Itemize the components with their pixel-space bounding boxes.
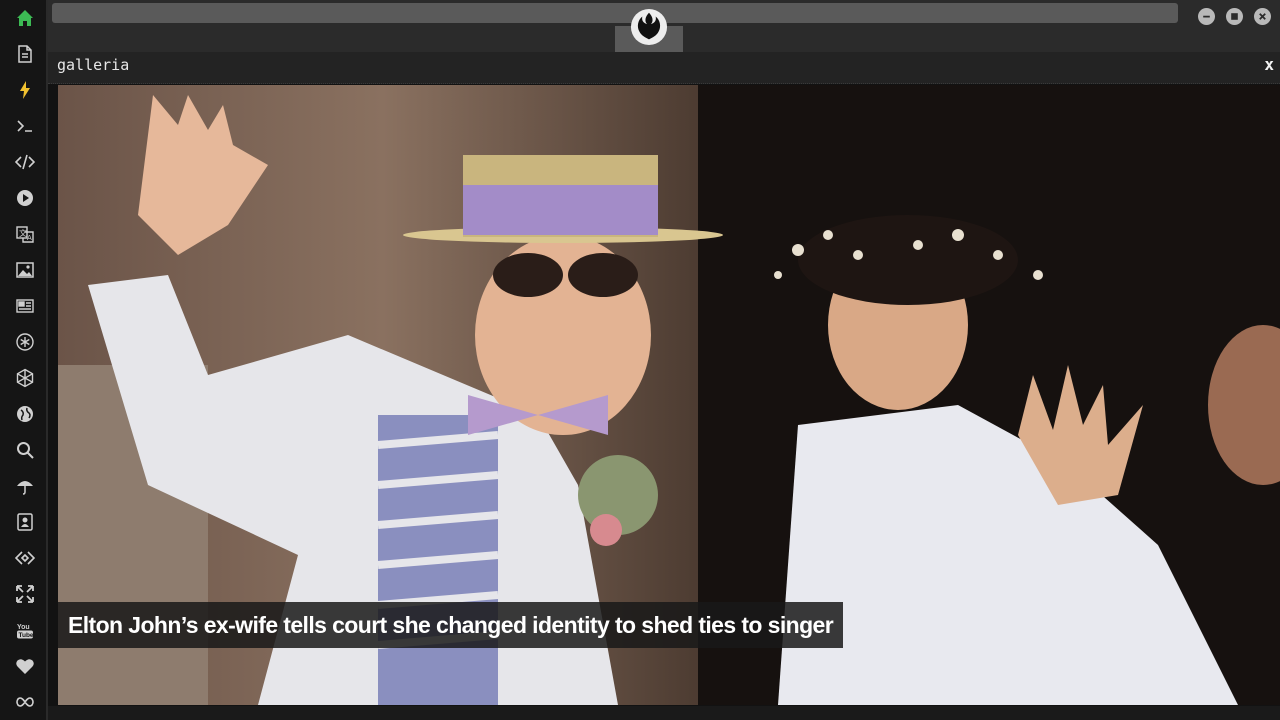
heart-icon[interactable] (12, 653, 38, 679)
close-icon[interactable] (1254, 8, 1271, 25)
youtube-icon[interactable]: You Tube (12, 617, 38, 643)
terminal-icon[interactable] (12, 113, 38, 139)
top-bar (48, 0, 1280, 52)
asterisk-circle-icon[interactable] (12, 329, 38, 355)
umbrella-icon[interactable] (12, 473, 38, 499)
image-icon[interactable] (12, 257, 38, 283)
link-diamond-icon[interactable] (12, 545, 38, 571)
infinity-icon[interactable] (12, 689, 38, 715)
bottom-strip (48, 706, 1280, 720)
panel-close-button[interactable]: x (1264, 55, 1274, 74)
photo-caption: Elton John’s ex-wife tells court she cha… (58, 602, 844, 648)
code-icon[interactable] (12, 149, 38, 175)
translate-icon[interactable]: 文A (12, 221, 38, 247)
home-icon[interactable] (12, 5, 38, 31)
lightning-icon[interactable] (12, 77, 38, 103)
svg-text:A: A (27, 234, 32, 242)
panel-title: galleria (57, 56, 130, 74)
globe-icon[interactable] (12, 401, 38, 427)
minimize-icon[interactable] (1198, 8, 1215, 25)
svg-text:文: 文 (19, 228, 27, 238)
contact-card-icon[interactable] (12, 509, 38, 535)
address-bar[interactable] (52, 3, 1178, 23)
gallery-panel-header: galleria x (48, 52, 1280, 84)
expand-arrows-icon[interactable] (12, 581, 38, 607)
svg-text:Tube: Tube (19, 632, 34, 639)
play-icon[interactable] (12, 185, 38, 211)
maximize-icon[interactable] (1226, 8, 1243, 25)
search-icon[interactable] (12, 437, 38, 463)
newspaper-icon[interactable] (12, 293, 38, 319)
rebel-alliance-logo-icon (630, 8, 668, 46)
document-icon[interactable] (12, 41, 38, 67)
hexagon-icon[interactable] (12, 365, 38, 391)
sidebar: 文A You Tube (0, 0, 48, 720)
svg-text:You: You (17, 624, 30, 631)
